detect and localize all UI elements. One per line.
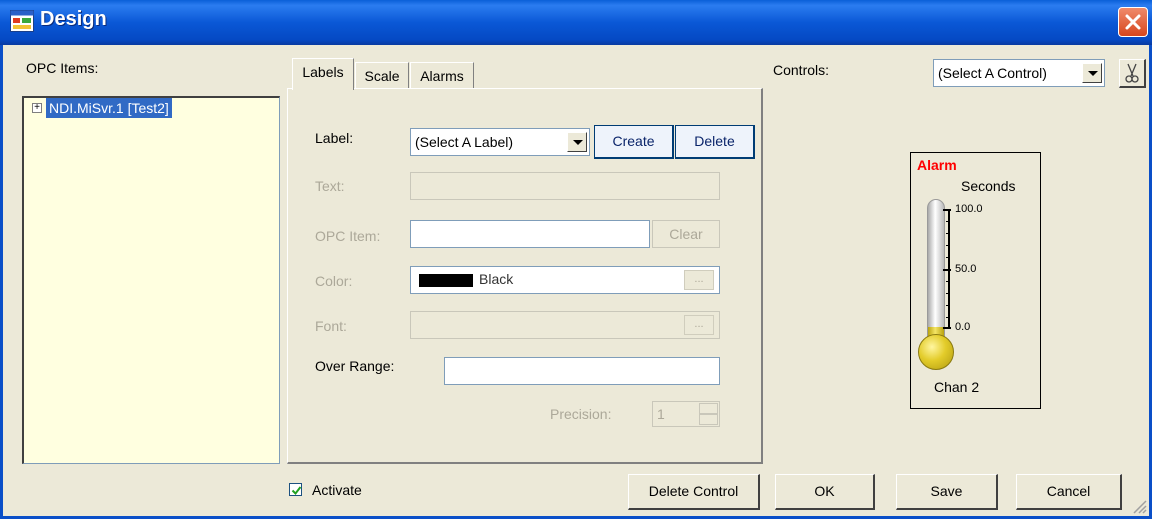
gauge-tick-minor	[946, 317, 950, 318]
close-button[interactable]	[1118, 7, 1148, 37]
gauge-channel-name: Chan 2	[934, 379, 980, 395]
gauge-tick-minor	[946, 233, 950, 234]
over-range-label: Over Range:	[315, 358, 395, 374]
clear-button: Clear	[652, 220, 720, 248]
gauge-tick-minor	[946, 221, 950, 222]
thermometer-preview: Alarm Seconds 100.0 50.0 0.0 Chan 2	[910, 152, 1041, 409]
controls-label: Controls:	[773, 62, 830, 78]
gauge-tick-minor	[946, 257, 950, 258]
close-icon	[1125, 14, 1141, 30]
precision-stepper: 1	[652, 401, 720, 427]
tree-node-ndi-misvr[interactable]: NDI.MiSvr.1 [Test2]	[46, 98, 172, 118]
gauge-tick-major	[943, 269, 951, 271]
delete-control-button[interactable]: Delete Control	[628, 474, 760, 510]
chevron-down-icon[interactable]	[567, 132, 587, 152]
tab-alarms[interactable]: Alarms	[410, 62, 474, 89]
over-range-input[interactable]	[444, 357, 720, 385]
scissors-icon	[1125, 63, 1139, 83]
delete-button[interactable]: Delete	[675, 125, 755, 159]
gauge-tick-minor	[946, 281, 950, 282]
tab-alarms-label: Alarms	[420, 68, 464, 84]
cancel-button[interactable]: Cancel	[1016, 474, 1122, 510]
opc-item-input[interactable]	[410, 220, 650, 248]
label-select[interactable]: (Select A Label)	[410, 128, 590, 156]
ok-button[interactable]: OK	[775, 474, 875, 510]
stepper-down-icon	[699, 414, 718, 425]
alarm-indicator: Alarm	[917, 157, 957, 173]
controls-select-value: (Select A Control)	[938, 65, 1047, 81]
color-name: Black	[479, 271, 514, 287]
save-button[interactable]: Save	[896, 474, 998, 510]
tab-labels[interactable]: Labels	[292, 58, 354, 90]
opc-items-tree[interactable]	[22, 96, 280, 464]
tab-scale[interactable]: Scale	[355, 62, 409, 89]
precision-value: 1	[657, 406, 665, 422]
create-button[interactable]: Create	[594, 125, 674, 159]
controls-select[interactable]: (Select A Control)	[933, 59, 1105, 87]
gauge-tick-minor	[946, 245, 950, 246]
gauge-tick-label: 0.0	[955, 321, 971, 333]
tab-labels-label: Labels	[302, 64, 344, 80]
color-field-label: Color:	[315, 273, 353, 289]
color-ellipsis-button[interactable]: ...	[684, 270, 714, 290]
resize-grip-icon[interactable]	[1128, 497, 1148, 515]
gauge-tick-label: 50.0	[955, 263, 977, 275]
gauge-tick-major	[943, 209, 951, 211]
stepper-up-icon	[699, 403, 718, 414]
color-picker-field[interactable]: Black ...	[410, 266, 720, 294]
controls-chevron-down-icon[interactable]	[1082, 63, 1102, 83]
text-field-label: Text:	[315, 178, 345, 194]
activate-label: Activate	[312, 482, 362, 498]
tree-expand-icon[interactable]: +	[32, 103, 42, 113]
window-title: Design	[40, 8, 107, 30]
font-field-label: Font:	[315, 318, 347, 334]
font-field: ...	[410, 311, 720, 339]
text-input	[410, 172, 720, 200]
opc-items-label: OPC Items:	[26, 60, 99, 76]
gauge-unit: Seconds	[961, 178, 1016, 194]
label-select-value: (Select A Label)	[415, 134, 514, 150]
design-app-icon	[10, 10, 34, 32]
title-bar[interactable]	[0, 0, 1152, 45]
precision-label: Precision:	[550, 406, 612, 422]
gauge-tick-label: 100.0	[955, 203, 983, 215]
gauge-tick-minor	[946, 293, 950, 294]
cut-button[interactable]	[1119, 59, 1146, 88]
font-ellipsis-button: ...	[684, 315, 714, 335]
gauge-tick-minor	[946, 305, 950, 306]
activate-checkbox[interactable]	[289, 483, 302, 496]
label-field-label: Label:	[315, 130, 354, 146]
tab-scale-label: Scale	[364, 68, 400, 84]
gauge-tick-major	[943, 327, 951, 329]
thermometer-bulb	[918, 334, 954, 370]
color-swatch	[419, 274, 473, 287]
opc-item-field-label: OPC Item:	[315, 228, 381, 244]
checkmark-icon	[291, 486, 302, 496]
